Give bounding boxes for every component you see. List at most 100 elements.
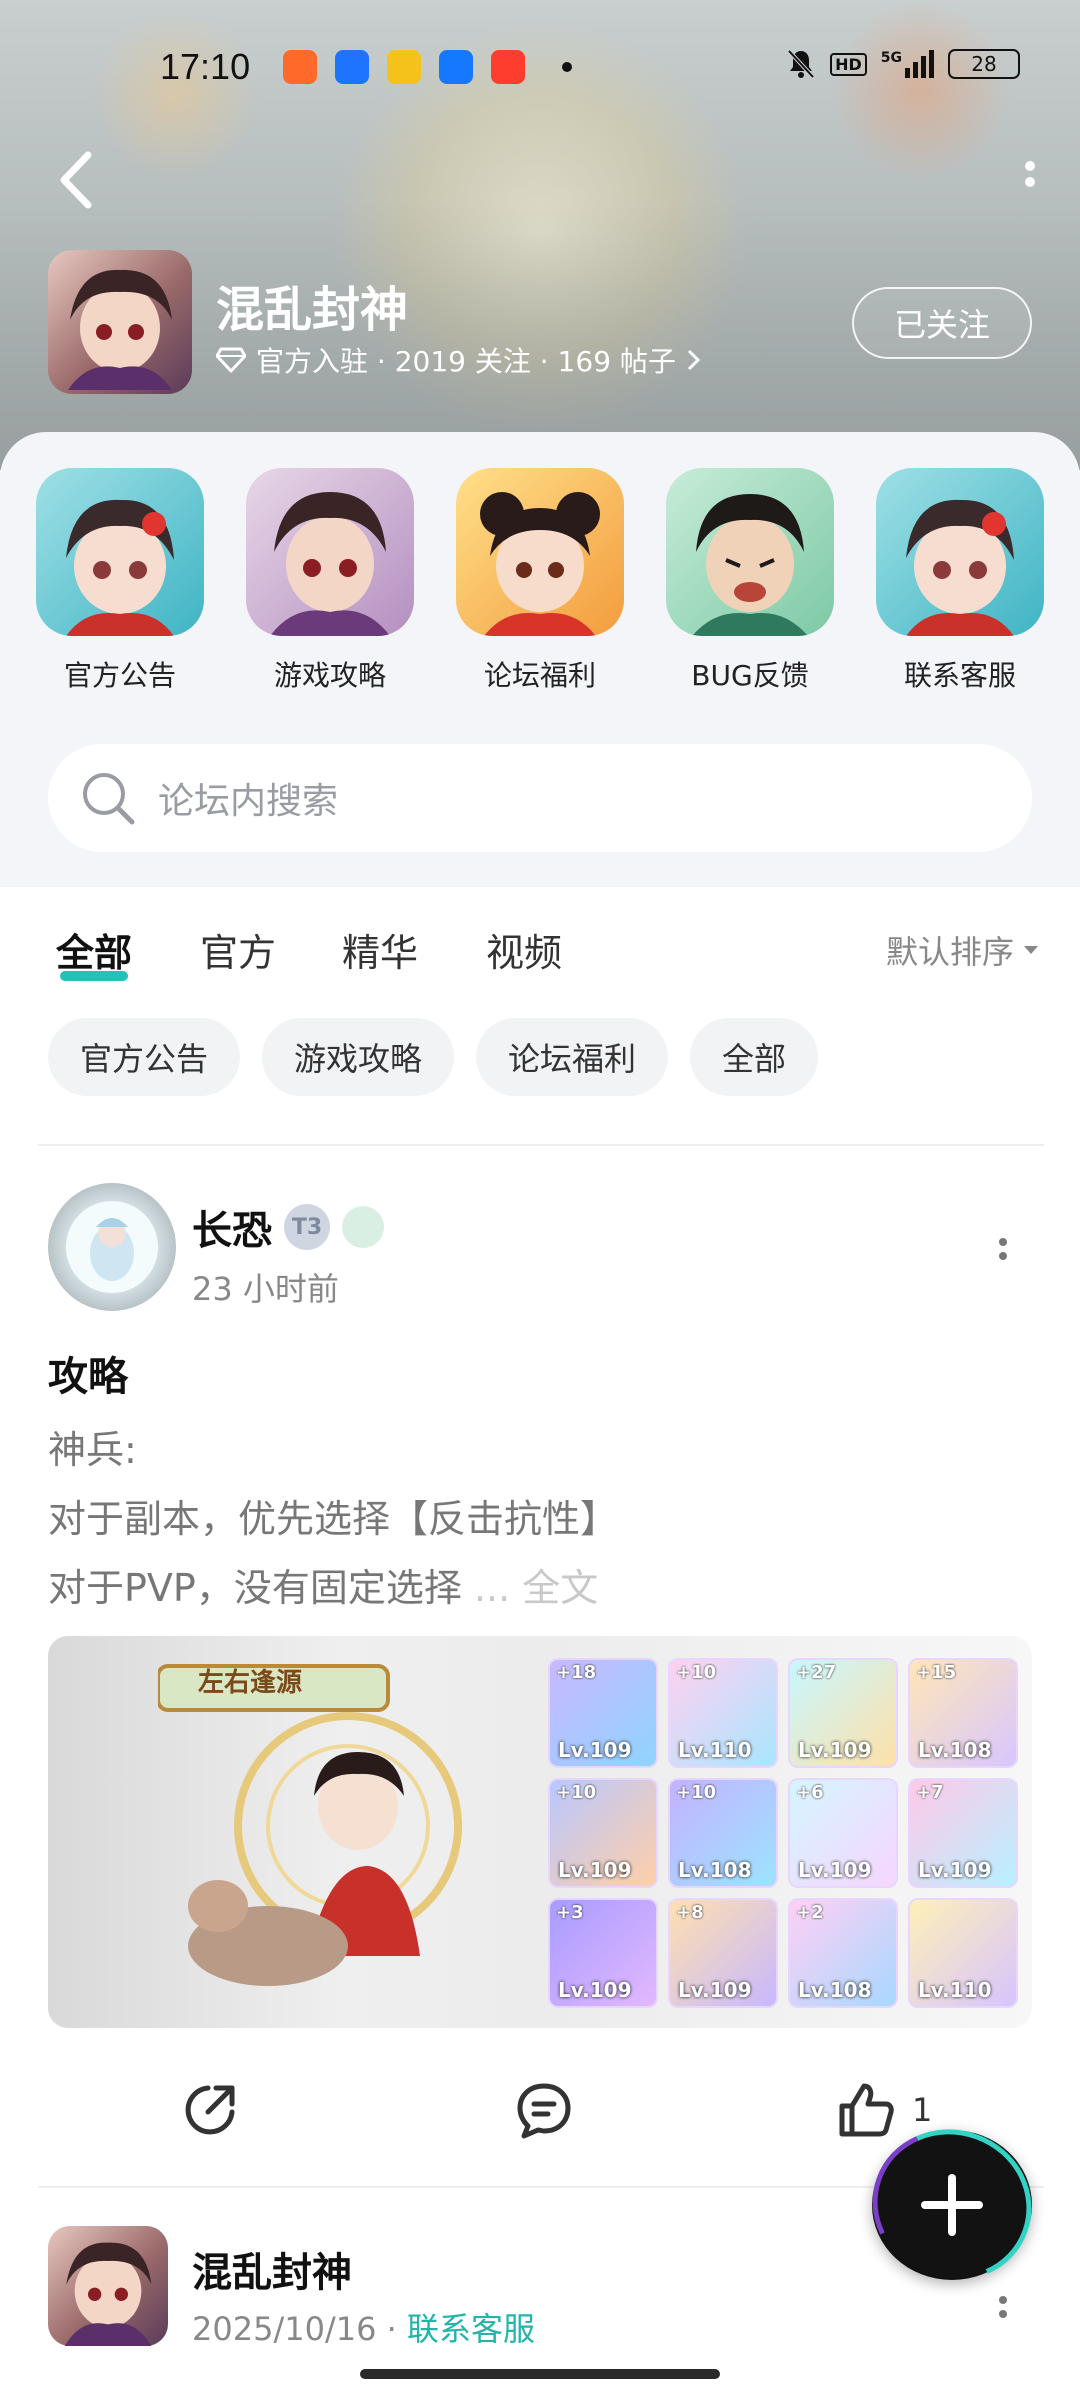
equipment-item: +2 Lv.108 bbox=[788, 1898, 898, 2008]
thumbs-up-icon bbox=[839, 2083, 894, 2137]
meta-separator: · bbox=[386, 2310, 397, 2348]
equipment-item: +15 Lv.108 bbox=[908, 1658, 1018, 1768]
shortcut-image bbox=[876, 468, 1044, 636]
chip-forum-benefits[interactable]: 论坛福利 bbox=[476, 1018, 669, 1096]
avatar[interactable] bbox=[48, 1183, 176, 1311]
notification-app-icon bbox=[283, 50, 317, 84]
back-arrow-icon[interactable] bbox=[52, 145, 102, 215]
notification-more-dot bbox=[562, 62, 572, 72]
feed-tabs: 全部 官方 精华 视频 默认排序 bbox=[0, 887, 1080, 997]
post-body-line: 对于副本，优先选择【反击抗性】 bbox=[48, 1497, 619, 1541]
search-icon bbox=[83, 773, 135, 825]
battery-level: 28 bbox=[971, 52, 997, 76]
forum-meta[interactable]: 官方入驻 · 2019 关注 · 169 帖子 bbox=[216, 340, 702, 380]
shortcut-forum-benefits[interactable]: 论坛福利 bbox=[456, 468, 624, 694]
equipment-item: +6 Lv.109 bbox=[788, 1778, 898, 1888]
search-placeholder: 论坛内搜索 bbox=[158, 781, 339, 822]
equipment-item: +10 Lv.110 bbox=[668, 1658, 778, 1768]
comment-icon bbox=[517, 2083, 571, 2139]
post-title[interactable]: 攻略 bbox=[48, 1344, 128, 1402]
chip-game-guides[interactable]: 游戏攻略 bbox=[262, 1018, 455, 1096]
forum-panel: 官方公告 游戏攻略 论坛福利 BUG反馈 联系客服 论坛内搜索 bbox=[0, 432, 1080, 887]
shortcut-image bbox=[36, 468, 204, 636]
shortcut-label: 官方公告 bbox=[63, 659, 176, 692]
post-more-icon[interactable] bbox=[988, 2274, 1018, 2324]
shortcut-contact-support[interactable]: 联系客服 bbox=[876, 468, 1044, 694]
notification-alipay-icon bbox=[439, 50, 473, 84]
shortcut-image bbox=[666, 468, 834, 636]
read-more-link[interactable]: ... 全文 bbox=[474, 1566, 598, 1610]
shortcut-label: 论坛福利 bbox=[483, 659, 596, 692]
status-right: HD 5G 28 bbox=[786, 48, 1020, 80]
post-body-line: 对于PVP，没有固定选择 bbox=[48, 1566, 462, 1610]
sort-dropdown[interactable]: 默认排序 bbox=[886, 927, 1040, 973]
post-image[interactable]: 左右逢源 +18 Lv.109 +10 Lv.110 +27 Lv.109 +15 Lv… bbox=[48, 1636, 1032, 2028]
equipment-item: +7 Lv.109 bbox=[908, 1778, 1018, 1888]
avatar[interactable] bbox=[48, 2226, 168, 2346]
shortcut-label: BUG反馈 bbox=[691, 659, 809, 692]
notification-video-icon bbox=[491, 50, 525, 84]
signal-icon: 5G bbox=[881, 50, 934, 78]
mute-bell-icon bbox=[787, 49, 815, 79]
equipment-item: +10 Lv.108 bbox=[668, 1778, 778, 1888]
battery-icon: 28 bbox=[948, 49, 1020, 79]
equipment-item: Lv.110 bbox=[908, 1898, 1018, 2008]
shortcut-label: 游戏攻略 bbox=[273, 659, 386, 692]
post-meta: 2025/10/16 · 联系客服 bbox=[192, 2304, 535, 2350]
equipment-grid: +18 Lv.109 +10 Lv.110 +27 Lv.109 +15 Lv.108 … bbox=[548, 1658, 1018, 2008]
author-name: 长恐 bbox=[192, 1208, 272, 1254]
image-banner-text: 左右逢源 bbox=[198, 1668, 303, 1698]
tab-all[interactable]: 全部 bbox=[56, 922, 132, 977]
home-indicator[interactable] bbox=[360, 2369, 720, 2379]
forum-header: 17:10 HD 5G 28 混乱封神 官方入驻 · 2019 关注 · 169… bbox=[0, 0, 1080, 470]
equipment-item: +10 Lv.109 bbox=[548, 1778, 658, 1888]
equipment-item: +3 Lv.109 bbox=[548, 1898, 658, 2008]
comment-button[interactable] bbox=[514, 2075, 574, 2145]
active-tab-indicator bbox=[60, 971, 128, 981]
chevron-right-icon bbox=[687, 349, 701, 371]
character-artwork bbox=[158, 1664, 462, 1986]
notification-app-icon bbox=[387, 50, 421, 84]
shortcut-announcements[interactable]: 官方公告 bbox=[36, 468, 204, 694]
equipment-item: +8 Lv.109 bbox=[668, 1898, 778, 2008]
category-chips: 官方公告 游戏攻略 论坛福利 全部 bbox=[48, 1018, 819, 1096]
post-body[interactable]: 神兵: 对于副本，优先选择【反击抗性】 对于PVP，没有固定选择 ... 全文 bbox=[48, 1416, 618, 1623]
search-input[interactable]: 论坛内搜索 bbox=[48, 744, 1032, 852]
forum-stats: 官方入驻 · 2019 关注 · 169 帖子 bbox=[256, 345, 676, 378]
tab-official[interactable]: 官方 bbox=[200, 922, 276, 977]
forum-avatar[interactable] bbox=[48, 250, 192, 394]
divider bbox=[38, 1144, 1044, 1146]
post-date: 2025/10/16 bbox=[192, 2310, 377, 2348]
like-count: 1 bbox=[912, 2091, 933, 2129]
post-author[interactable]: 长恐 T3 bbox=[192, 1198, 384, 1256]
medal-badge-icon bbox=[342, 1206, 384, 1248]
post-category-tag[interactable]: 联系客服 bbox=[407, 2310, 535, 2348]
post-body-line: 神兵: bbox=[48, 1428, 137, 1472]
create-post-button[interactable] bbox=[851, 2107, 1053, 2303]
sort-label: 默认排序 bbox=[885, 933, 1014, 971]
share-icon bbox=[185, 2085, 235, 2135]
equipment-item: +18 Lv.109 bbox=[548, 1658, 658, 1768]
shortcut-image bbox=[456, 468, 624, 636]
post-time: 23 小时前 bbox=[192, 1270, 339, 1308]
tab-video[interactable]: 视频 bbox=[486, 922, 562, 977]
level-badge: T3 bbox=[284, 1204, 330, 1250]
diamond-icon bbox=[216, 347, 246, 373]
follow-button[interactable]: 已关注 bbox=[852, 287, 1032, 359]
network-type: 5G bbox=[880, 50, 902, 66]
forum-title: 混乱封神 bbox=[216, 282, 409, 338]
tab-featured[interactable]: 精华 bbox=[342, 922, 418, 977]
chip-announcements[interactable]: 官方公告 bbox=[48, 1018, 241, 1096]
notification-app-icon bbox=[335, 50, 369, 84]
shortcut-game-guides[interactable]: 游戏攻略 bbox=[246, 468, 414, 694]
chip-all[interactable]: 全部 bbox=[690, 1018, 819, 1096]
hd-badge: HD bbox=[830, 52, 867, 76]
caret-down-icon bbox=[1024, 946, 1038, 954]
status-bar: 17:10 HD 5G 28 bbox=[0, 0, 1080, 130]
share-button[interactable] bbox=[180, 2075, 240, 2145]
post-more-icon[interactable] bbox=[988, 1230, 1018, 1280]
shortcut-bug-report[interactable]: BUG反馈 bbox=[666, 468, 834, 694]
more-vertical-icon[interactable] bbox=[1010, 152, 1050, 212]
post-author[interactable]: 混乱封神 bbox=[192, 2240, 352, 2298]
shortcut-label: 联系客服 bbox=[903, 659, 1016, 692]
